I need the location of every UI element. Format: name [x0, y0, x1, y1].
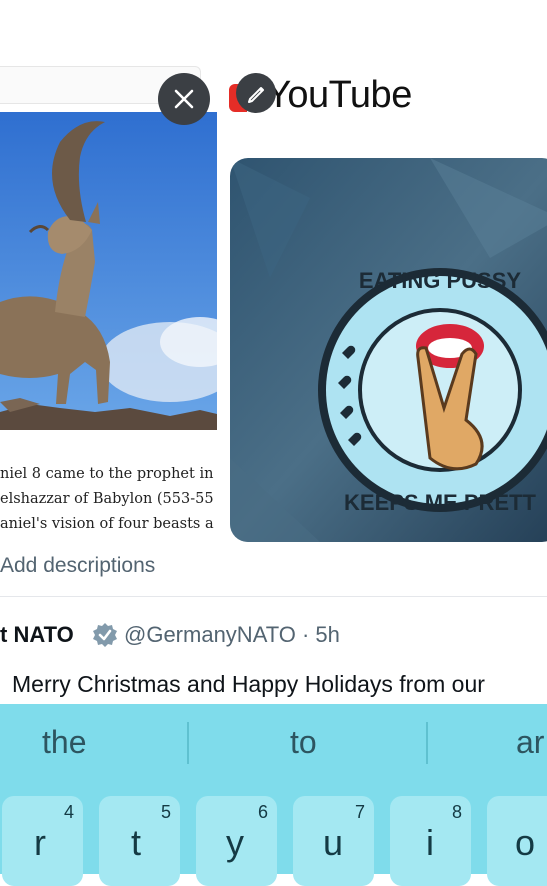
key-r[interactable]: 4 r: [2, 796, 83, 886]
suggestion-divider: [187, 722, 189, 764]
suggestion-divider: [426, 722, 428, 764]
document-text-preview: niel 8 came to the prophet in elshazzar …: [0, 462, 217, 537]
suggestion-to[interactable]: to: [290, 724, 317, 761]
tweet-handle-time: @GermanyNATO · 5h: [124, 622, 340, 647]
key-letter: u: [323, 822, 344, 863]
suggestion-the[interactable]: the: [42, 724, 86, 761]
key-number: 7: [355, 802, 366, 822]
key-number: 5: [161, 802, 172, 822]
doc-line: elshazzar of Babylon (553-55: [0, 491, 214, 507]
tweet-author-name: t NATO: [0, 622, 74, 647]
key-i[interactable]: 8 i: [390, 796, 471, 886]
doc-line: aniel's vision of four beasts a: [0, 516, 214, 532]
doc-line: niel 8 came to the prophet in: [0, 466, 214, 482]
key-t[interactable]: 5 t: [99, 796, 180, 886]
key-u[interactable]: 7 u: [293, 796, 374, 886]
remove-media-button[interactable]: [158, 73, 210, 125]
key-number: 4: [64, 802, 75, 822]
key-letter: o: [515, 822, 536, 863]
edit-media-button[interactable]: [236, 73, 276, 113]
key-letter: y: [226, 822, 244, 863]
enamel-pin-image: EATING PUSSY KEEPS ME PRETT: [230, 158, 547, 542]
key-letter: t: [131, 822, 142, 863]
add-descriptions-link[interactable]: Add descriptions: [0, 554, 155, 578]
key-o[interactable]: o: [487, 796, 547, 886]
ibex-image: [0, 112, 217, 430]
verified-badge-icon: [92, 622, 118, 648]
youtube-brand-text: YouTube: [266, 74, 412, 116]
suggestion-ar[interactable]: ar: [516, 724, 544, 761]
divider: [0, 596, 547, 597]
key-letter: r: [34, 822, 46, 863]
key-number: 6: [258, 802, 269, 822]
tweet-text: Merry Christmas and Happy Holidays from …: [12, 671, 485, 697]
pin-top-text: EATING PUSSY: [359, 268, 522, 293]
pencil-icon: [248, 87, 264, 103]
key-y[interactable]: 6 y: [196, 796, 277, 886]
key-number: 8: [452, 802, 463, 822]
pin-bottom-text: KEEPS ME PRETT: [344, 490, 536, 515]
key-letter: i: [426, 822, 434, 863]
close-icon: [174, 89, 194, 109]
